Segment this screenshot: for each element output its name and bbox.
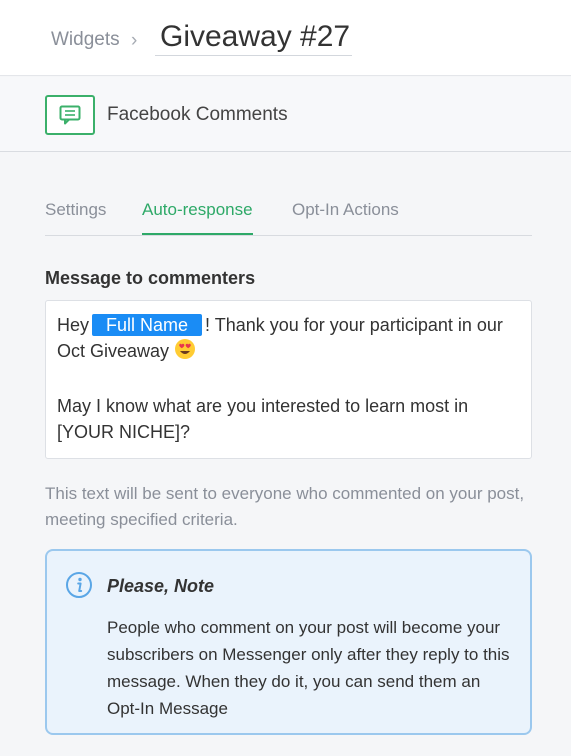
tab-bar: Settings Auto-response Opt-In Actions xyxy=(45,193,532,236)
info-icon xyxy=(65,571,93,604)
message-line-1: Hey Full Name! Thank you for your partici… xyxy=(57,312,520,338)
note-box: Please, Note People who comment on your … xyxy=(45,549,532,735)
breadcrumb-widgets[interactable]: Widgets xyxy=(51,29,120,51)
message-line-4: [YOUR NICHE]? xyxy=(57,422,191,442)
widget-row: Facebook Comments xyxy=(0,77,571,152)
heart-eyes-emoji-icon xyxy=(174,338,196,367)
message-line-3: May I know what are you interested to le… xyxy=(57,396,469,416)
note-body: People who comment on your post will bec… xyxy=(107,618,510,718)
message-textarea[interactable]: Hey Full Name! Thank you for your partici… xyxy=(45,300,532,459)
message-line2-text: Oct Giveaway xyxy=(57,341,170,361)
note-title: Please, Note xyxy=(107,576,215,596)
widget-label: Facebook Comments xyxy=(107,104,288,125)
message-hint: This text will be sent to everyone who c… xyxy=(45,484,525,529)
comment-icon xyxy=(45,95,95,135)
message-line-2: Oct Giveaway xyxy=(57,338,520,367)
message-label: Message to commenters xyxy=(45,268,256,288)
header: Widgets › Giveaway #27 xyxy=(0,0,571,76)
full-name-variable-chip[interactable]: Full Name xyxy=(92,314,203,336)
tab-auto-response[interactable]: Auto-response xyxy=(142,200,253,235)
message-line1-rest: ! Thank you for your participant in our xyxy=(205,315,503,335)
tab-opt-in-actions[interactable]: Opt-In Actions xyxy=(292,200,399,235)
title-input[interactable]: Giveaway #27 xyxy=(155,18,352,56)
tab-settings[interactable]: Settings xyxy=(45,200,106,235)
breadcrumb-separator: › xyxy=(131,30,138,51)
greeting-text: Hey xyxy=(57,315,90,335)
